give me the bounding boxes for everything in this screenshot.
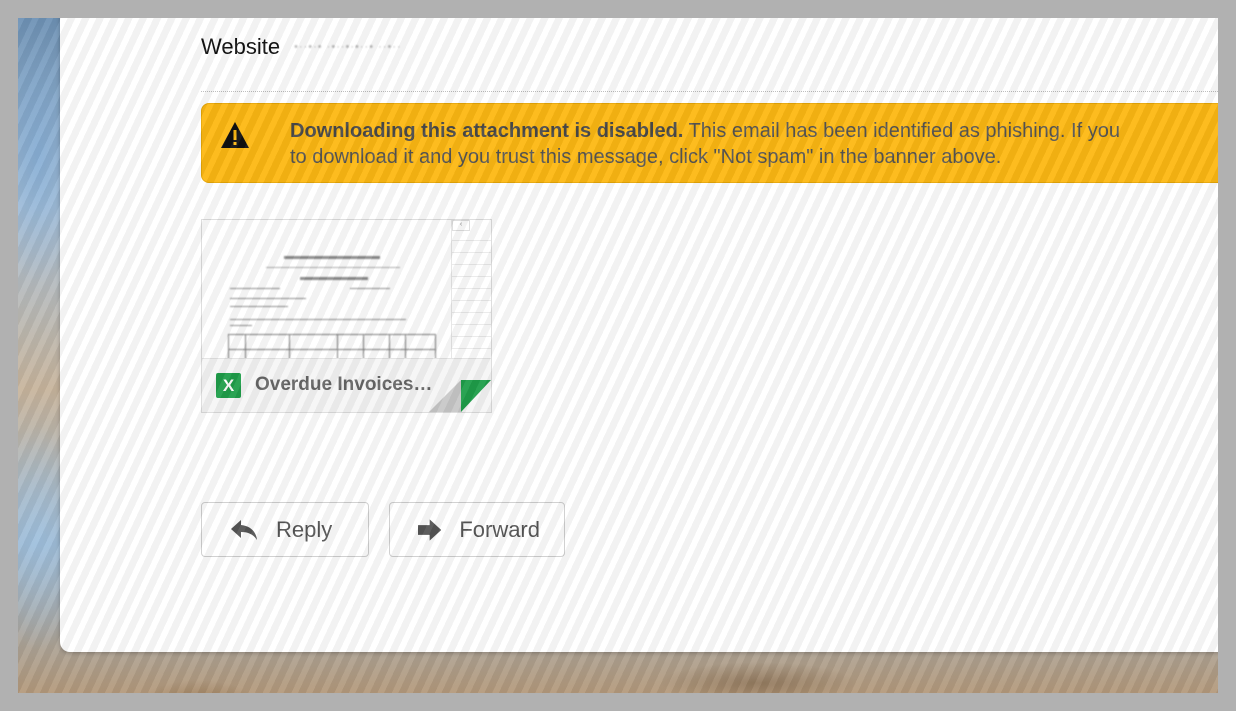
excel-icon: X: [216, 373, 241, 398]
warning-line1: This email has been identified as phishi…: [683, 120, 1120, 142]
preview-side-panel: ‹: [451, 220, 491, 358]
reply-button[interactable]: Reply: [201, 502, 369, 557]
forward-arrow-icon: [418, 518, 442, 541]
email-message-card: Website •··•·• ·•··•·•··• ··•·· Download…: [60, 18, 1218, 652]
preview-body-line: [230, 325, 252, 326]
preview-meta-line: [230, 298, 306, 299]
attachment-preview-thumbnail: ‹: [202, 220, 491, 359]
sender-website-row: Website •··•·• ·•··•·•··• ··•··: [201, 34, 402, 60]
preview-table: [228, 334, 436, 359]
attachment-filename: Overdue Invoices…: [255, 374, 433, 395]
preview-address-line: [266, 267, 400, 268]
reply-label: Reply: [276, 516, 333, 542]
warning-message: Downloading this attachment is disabled.…: [290, 118, 1120, 170]
preview-collapse-icon: ‹: [452, 220, 470, 231]
website-value-redacted: •··•·• ·•··•·•··• ··•··: [294, 41, 402, 53]
preview-heading-line: [300, 277, 368, 280]
attachment-info-bar[interactable]: X Overdue Invoices…: [202, 358, 491, 412]
warning-title: Downloading this attachment is disabled.: [290, 120, 684, 142]
preview-company-line: [284, 256, 380, 259]
forward-button[interactable]: Forward: [389, 502, 565, 557]
preview-meta-line: [350, 288, 390, 289]
file-corner-fold-icon: [429, 380, 491, 412]
preview-meta-line: [230, 288, 280, 289]
preview-meta-line: [230, 306, 288, 307]
warning-triangle-icon: [221, 122, 249, 148]
desktop-wallpaper: Website •··•·• ·•··•·•··• ··•·· Download…: [18, 18, 1218, 693]
reply-arrow-icon: [231, 519, 257, 540]
forward-label: Forward: [459, 516, 540, 542]
attachment-card[interactable]: ‹ X Overdue Invoices…: [201, 219, 492, 413]
website-label: Website: [201, 34, 281, 59]
phishing-warning-banner: Downloading this attachment is disabled.…: [201, 103, 1218, 183]
section-divider: [201, 91, 1218, 92]
preview-document: [224, 246, 439, 359]
warning-line2: to download it and you trust this messag…: [290, 146, 1002, 168]
preview-body-line: [230, 319, 406, 320]
